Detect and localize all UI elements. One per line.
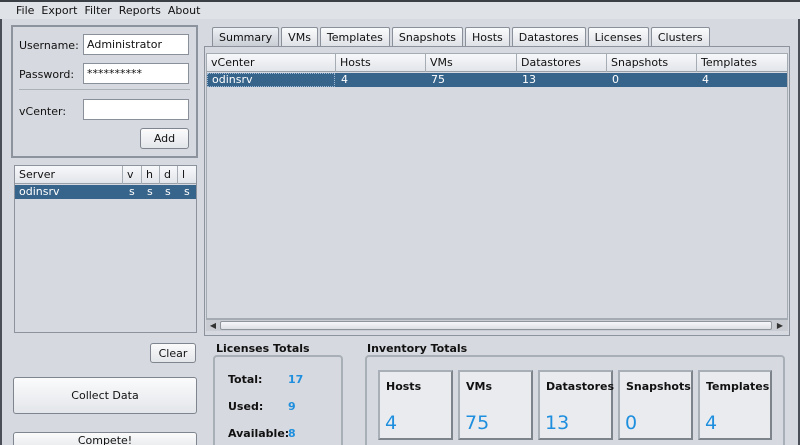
servers-col-server[interactable]: Server (15, 166, 123, 184)
inventory-card-snapshots: Snapshots 0 (618, 370, 693, 440)
summary-hosts-cell: 4 (341, 73, 348, 86)
menu-filter[interactable]: Filter (84, 4, 111, 17)
server-name-cell: odinsrv (19, 185, 60, 198)
summary-vcenter-cell: odinsrv (207, 73, 335, 87)
collect-data-button[interactable]: Collect Data (13, 377, 197, 414)
summary-col-templates[interactable]: Templates (697, 54, 787, 72)
licenses-available-value: 8 (288, 427, 296, 440)
tab-summary[interactable]: Summary (212, 27, 280, 47)
summary-datastores-cell: 13 (522, 73, 536, 86)
inventory-card-templates: Templates 4 (698, 370, 772, 440)
inventory-card-datastores: Datastores 13 (538, 370, 615, 440)
inventory-templates-value: 4 (705, 412, 718, 434)
vcenter-field[interactable] (83, 99, 189, 120)
tab-licenses[interactable]: Licenses (587, 27, 649, 47)
menu-about[interactable]: About (168, 4, 201, 17)
licenses-totals-title: Licenses Totals (216, 342, 310, 355)
inventory-templates-label: Templates (706, 380, 770, 393)
servers-table-header: Server v h d l (15, 166, 196, 184)
add-button[interactable]: Add (140, 128, 189, 149)
inventory-vms-value: 75 (465, 412, 490, 434)
table-row[interactable]: odinsrv s s s s (15, 185, 196, 199)
menu-reports[interactable]: Reports (119, 4, 161, 17)
menu-export[interactable]: Export (41, 4, 77, 17)
summary-col-hosts[interactable]: Hosts (336, 54, 426, 72)
inventory-card-vms: VMs 75 (458, 370, 533, 440)
scroll-right-icon[interactable]: ▶ (774, 320, 786, 331)
servers-col-l[interactable]: l (178, 166, 197, 184)
summary-templates-cell: 4 (702, 73, 709, 86)
inventory-snapshots-label: Snapshots (626, 380, 691, 393)
summary-col-datastores[interactable]: Datastores (517, 54, 607, 72)
servers-table: Server v h d l odinsrv s s s s (14, 165, 197, 333)
servers-col-d[interactable]: d (160, 166, 178, 184)
inventory-datastores-label: Datastores (546, 380, 615, 393)
licenses-total-value: 17 (288, 373, 304, 386)
inventory-hosts-value: 4 (385, 412, 398, 434)
inventory-hosts-label: Hosts (386, 380, 422, 393)
clear-button[interactable]: Clear (150, 343, 196, 363)
summary-col-vms[interactable]: VMs (426, 54, 517, 72)
vcenter-label: vCenter: (19, 105, 67, 118)
inventory-snapshots-value: 0 (625, 412, 638, 434)
server-h-cell: s (147, 185, 153, 198)
server-l-cell: s (184, 185, 190, 198)
server-v-cell: s (129, 185, 135, 198)
servers-col-h[interactable]: h (142, 166, 160, 184)
username-label: Username: (19, 39, 79, 52)
password-field[interactable]: ********** (83, 63, 189, 84)
inventory-totals-title: Inventory Totals (367, 342, 468, 355)
username-field[interactable]: Administrator (83, 34, 189, 55)
summary-table: vCenter Hosts VMs Datastores Snapshots T… (206, 53, 788, 319)
licenses-used-label: Used: (228, 400, 264, 413)
login-separator (19, 89, 190, 90)
servers-col-v[interactable]: v (123, 166, 142, 184)
server-d-cell: s (165, 185, 171, 198)
licenses-total-label: Total: (228, 373, 263, 386)
login-panel: Username: Administrator Password: ******… (11, 25, 198, 158)
summary-col-snapshots[interactable]: Snapshots (607, 54, 697, 72)
inventory-vms-label: VMs (466, 380, 493, 393)
licenses-used-value: 9 (288, 400, 296, 413)
summary-vms-cell: 75 (431, 73, 445, 86)
window-left-border (0, 19, 2, 445)
inventory-datastores-value: 13 (545, 412, 570, 434)
summary-table-header: vCenter Hosts VMs Datastores Snapshots T… (207, 54, 787, 72)
tab-vms[interactable]: VMs (281, 27, 318, 47)
licenses-totals-box: Total: 17 Used: 9 Available: 8 (213, 355, 343, 445)
scroll-left-icon[interactable]: ◀ (207, 320, 219, 331)
tab-datastores[interactable]: Datastores (511, 27, 586, 47)
summary-col-vcenter[interactable]: vCenter (207, 54, 336, 72)
menu-file[interactable]: File (16, 4, 34, 17)
menu-bar: File Export Filter Reports About (0, 2, 800, 19)
scroll-thumb[interactable] (220, 321, 772, 330)
compete-button[interactable]: Compete! (13, 432, 197, 445)
tab-hosts[interactable]: Hosts (465, 27, 510, 47)
tab-bar: Summary VMs Templates Snapshots Hosts Da… (212, 27, 712, 47)
summary-panel: vCenter Hosts VMs Datastores Snapshots T… (204, 46, 790, 336)
licenses-available-label: Available: (228, 427, 290, 440)
table-row[interactable]: odinsrv 4 75 13 0 4 (207, 73, 787, 87)
horizontal-scrollbar[interactable]: ◀ ▶ (206, 319, 788, 331)
inventory-card-hosts: Hosts 4 (378, 370, 453, 440)
tab-snapshots[interactable]: Snapshots (391, 27, 464, 47)
tab-clusters[interactable]: Clusters (650, 27, 710, 47)
summary-snapshots-cell: 0 (612, 73, 619, 86)
tab-templates[interactable]: Templates (319, 27, 390, 47)
password-label: Password: (19, 68, 75, 81)
